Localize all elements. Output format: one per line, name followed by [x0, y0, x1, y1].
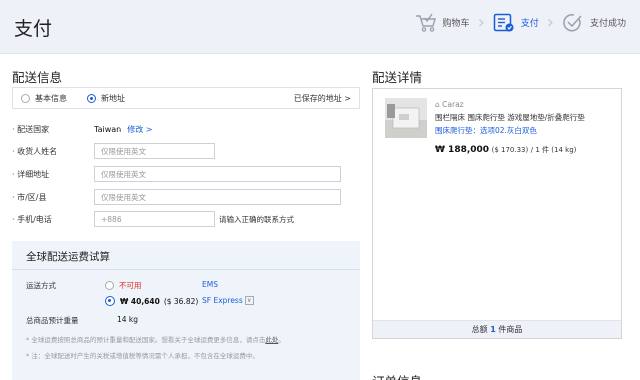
delivery-detail-box: ⌂ Caraz 围栏隔床 围床爬行垫 游戏屋地垫/折叠爬行垫 围床爬行垫：选项0… [372, 88, 622, 339]
shipping-option-sf[interactable]: ₩ 40,640 ($ 36.82) [105, 296, 198, 306]
product-qty: / 1 件 (14 kg) [530, 146, 577, 154]
checkout-steps: 购物车 › 支付 › 支付成功 [415, 12, 626, 33]
product-price-usd: ($ 170.33) [491, 146, 529, 154]
home-icon: ⌂ [435, 100, 440, 109]
phone-input[interactable]: +886 [94, 211, 215, 227]
shipping-note-1: * 全球运费按照总商品的预计重量和配送国家。想看关于全球运费更多信息，请点击此处… [26, 336, 285, 344]
chevron-right-icon: › [546, 12, 554, 33]
step-cart: 购物车 [415, 13, 470, 33]
sf-price: ₩ 40,640 [120, 296, 160, 306]
address-row: · 详细地址 仅限使用英文 [12, 166, 341, 182]
phone-label: · 手机/电话 [12, 214, 52, 224]
radio-new-address[interactable] [87, 93, 96, 103]
country-edit-link[interactable]: 修改 > [127, 124, 152, 135]
step-success-label: 支付成功 [589, 19, 626, 29]
tab-new-address-label: 新地址 [101, 93, 125, 103]
radio-basic-info[interactable] [21, 93, 30, 103]
cart-icon [415, 13, 436, 32]
checkout-header: 支付 购物车 › 支付 › 支付成功 [0, 0, 640, 54]
step-success: 支付成功 [562, 13, 626, 33]
order-total-summary: 总额 1 件商品 [373, 320, 621, 338]
name-row: · 收货人姓名 仅限使用英文 [12, 143, 215, 159]
radio-ems[interactable] [105, 281, 114, 290]
country-row: · 配送国家 Taiwan 修改 > [12, 124, 152, 135]
product-name[interactable]: 围栏隔床 围床爬行垫 游戏屋地垫/折叠爬行垫 [435, 111, 615, 124]
phone-row: · 手机/电话 +886 请输入正确的联系方式 [12, 211, 294, 227]
product-image [385, 98, 427, 138]
shipping-calculator-title: 全球配送运费试算 [12, 241, 360, 270]
address-input[interactable]: 仅限使用英文 [94, 166, 341, 182]
total-count: 1 [490, 325, 496, 334]
detail-section-title: 配送详情 [372, 70, 423, 85]
shipping-note-2: * 注：全球配送时产生的关税或增值税等情况需个人承担，不包含在全球运费中。 [26, 352, 259, 360]
tab-basic-info-label: 基本信息 [35, 93, 67, 103]
weight-value: 14 kg [117, 315, 139, 324]
city-row: · 市/区/县 仅限使用英文 [12, 189, 341, 205]
address-label: · 详细地址 [12, 169, 50, 179]
check-circle-icon [563, 13, 582, 31]
note-here-link[interactable]: 此处 [265, 336, 278, 344]
checklist-icon [493, 13, 514, 31]
sf-carrier: SF Express [202, 296, 243, 305]
tab-basic-info[interactable]: 基本信息 [21, 93, 67, 104]
weight-label: 总商品预计重量 [26, 316, 79, 325]
product-info: ⌂ Caraz 围栏隔床 围床爬行垫 游戏屋地垫/折叠爬行垫 围床爬行垫：选项0… [435, 98, 615, 157]
phone-hint: 请输入正确的联系方式 [219, 214, 294, 224]
ems-carrier: EMS [202, 280, 218, 289]
radio-sf-express[interactable] [105, 296, 115, 306]
country-label: · 配送国家 [12, 125, 50, 134]
shipping-calculator: 全球配送运费试算 运送方式 不可用 EMS ₩ 40,640 ($ 36.82)… [12, 241, 360, 380]
city-label: · 市/区/县 [12, 192, 47, 202]
product-price: ₩ 188,000 [435, 145, 490, 155]
ems-price: 不可用 [119, 281, 142, 290]
name-label: · 收货人姓名 [12, 146, 58, 156]
sf-carrier-select[interactable]: SF Express ∨ [202, 296, 254, 305]
step-cart-label: 购物车 [442, 19, 470, 29]
city-input[interactable]: 仅限使用英文 [94, 189, 341, 205]
saved-addresses-link[interactable]: 已保存的地址 > [294, 93, 351, 104]
product-brand: ⌂ Caraz [435, 100, 464, 109]
chevron-down-icon[interactable]: ∨ [244, 296, 254, 305]
step-payment: 支付 [493, 13, 539, 33]
shipping-section-title: 配送信息 [12, 70, 63, 85]
recipient-name-input[interactable]: 仅限使用英文 [94, 143, 215, 159]
shipping-method-label: 运送方式 [26, 281, 56, 290]
product-thumbnail[interactable] [385, 98, 427, 138]
step-payment-label: 支付 [520, 19, 539, 29]
address-tabs: 基本信息 新地址 已保存的地址 > [12, 87, 360, 109]
order-info-title: 订单信息 [372, 371, 422, 380]
tab-new-address[interactable]: 新地址 [87, 93, 125, 104]
country-value: Taiwan [94, 125, 122, 134]
shipping-option-ems[interactable]: 不可用 [105, 280, 142, 291]
product-price-line: ₩ 188,000 ($ 170.33) / 1 件 (14 kg) [435, 143, 615, 157]
product-option: 围床爬行垫：选项02.灰白双色 [435, 126, 537, 135]
sf-price-usd: ($ 36.82) [163, 296, 199, 306]
page-title: 支付 [14, 18, 53, 40]
chevron-right-icon: › [477, 12, 485, 33]
